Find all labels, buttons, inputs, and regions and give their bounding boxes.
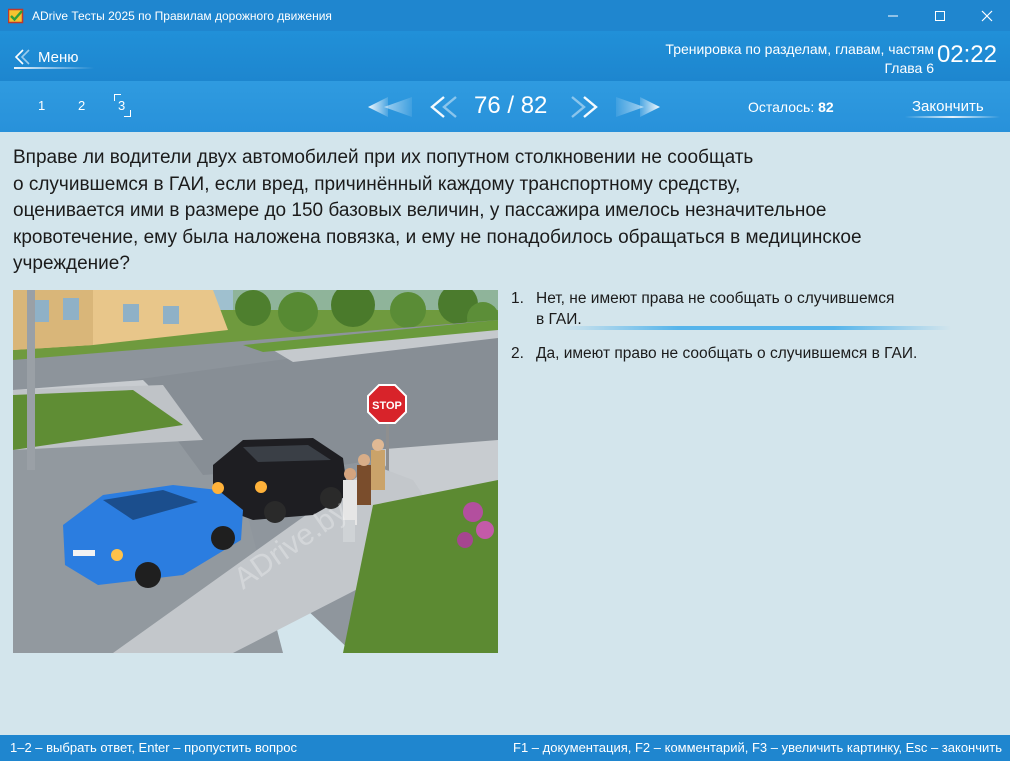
next-question-icon[interactable] bbox=[566, 94, 600, 120]
app-header: Меню Тренировка по разделам, главам, час… bbox=[0, 31, 1010, 81]
training-mode-label: Тренировка по разделам, главам, частям bbox=[665, 41, 934, 57]
question-counter: 76 / 82 bbox=[474, 92, 548, 119]
answer-list: 1. Нет, не имеют права не сообщать о слу… bbox=[511, 288, 1001, 377]
answer-line: Нет, не имеют права не сообщать о случив… bbox=[536, 290, 895, 307]
chevron-left-icon bbox=[14, 49, 30, 65]
part-tab-1[interactable]: 1 bbox=[38, 98, 45, 113]
stop-sign-text: STOP bbox=[372, 400, 402, 412]
part-tab-3[interactable]: 3 bbox=[113, 94, 132, 117]
last-question-icon[interactable] bbox=[614, 94, 662, 120]
app-icon bbox=[7, 8, 24, 24]
maximize-button[interactable] bbox=[917, 0, 963, 31]
title-bar: ADrive Тесты 2025 по Правилам дорожного … bbox=[0, 0, 1010, 31]
menu-button[interactable]: Меню bbox=[14, 45, 79, 69]
answer-text: Да, имеют право не сообщать о случившемс… bbox=[536, 343, 917, 364]
window-title: ADrive Тесты 2025 по Правилам дорожного … bbox=[32, 8, 332, 23]
maximize-icon bbox=[935, 10, 945, 21]
question-text: Вправе ли водители двух автомобилей при … bbox=[13, 145, 998, 278]
answer-number: 1. bbox=[511, 290, 524, 307]
question-nav-bar: 1 2 3 76 / 82 Осталось: 82 Закончить bbox=[0, 81, 1010, 132]
minimize-icon bbox=[888, 15, 898, 16]
menu-underline bbox=[14, 67, 94, 69]
answer-option-2[interactable]: 2. Да, имеют право не сообщать о случивш… bbox=[511, 343, 1001, 364]
finish-button[interactable]: Закончить bbox=[912, 98, 984, 115]
menu-label: Меню bbox=[38, 48, 79, 66]
answer-highlight bbox=[561, 326, 951, 330]
question-line: кровотечение, ему была наложена повязка,… bbox=[13, 226, 862, 248]
close-button[interactable] bbox=[964, 0, 1010, 31]
finish-underline bbox=[905, 116, 1000, 118]
close-icon bbox=[981, 10, 993, 21]
status-bar: 1–2 – выбрать ответ, Enter – пропустить … bbox=[0, 735, 1010, 761]
answer-line: Да, имеют право не сообщать о случившемс… bbox=[536, 345, 918, 362]
question-line: оценивается ими в размере до 150 базовых… bbox=[13, 200, 827, 221]
answer-option-1[interactable]: 1. Нет, не имеют права не сообщать о слу… bbox=[511, 288, 1001, 330]
timer: 02:22 bbox=[936, 41, 997, 68]
remaining-indicator: Осталось: 82 bbox=[748, 99, 834, 115]
answer-text: Нет, не имеют права не сообщать о случив… bbox=[536, 288, 894, 330]
minimize-button[interactable] bbox=[870, 0, 916, 31]
question-line: о случившемся в ГАИ, если вред, причинён… bbox=[13, 173, 741, 195]
training-mode-info: Тренировка по разделам, главам, частям Г… bbox=[665, 40, 934, 78]
answer-number: 2. bbox=[511, 345, 524, 362]
shortcut-hint-right: F1 – документация, F2 – комментарий, F3 … bbox=[513, 740, 1002, 755]
chapter-label: Глава 6 bbox=[884, 60, 935, 76]
question-illustration[interactable]: STOP ADrive.by bbox=[13, 290, 498, 653]
question-line: Вправе ли водители двух автомобилей при … bbox=[13, 147, 754, 168]
shortcut-hint-left: 1–2 – выбрать ответ, Enter – пропустить … bbox=[10, 740, 298, 755]
question-line: учреждение? bbox=[13, 253, 130, 274]
first-question-icon[interactable] bbox=[366, 94, 414, 120]
remaining-count: 82 bbox=[818, 99, 834, 115]
remaining-label: Осталось: bbox=[748, 99, 815, 115]
part-tab-2[interactable]: 2 bbox=[78, 98, 85, 113]
prev-question-icon[interactable] bbox=[428, 94, 462, 120]
